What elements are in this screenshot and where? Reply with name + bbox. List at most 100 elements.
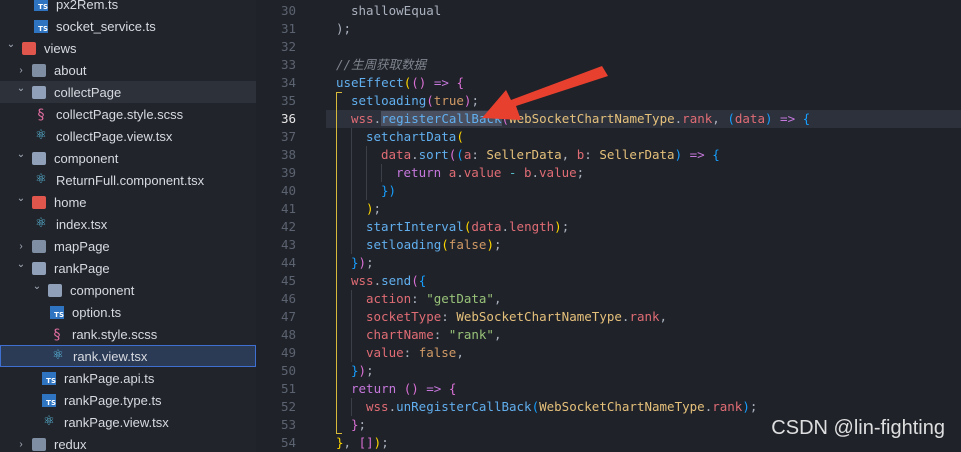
code-line-39: return a.value - b.value;	[396, 165, 585, 180]
code-token: action	[366, 291, 412, 306]
code-line-54: }, []);	[336, 435, 389, 450]
tree-item[interactable]: TS rankPage.api.ts	[0, 367, 256, 389]
code-token: useEffect	[336, 75, 404, 90]
chevron-right-icon[interactable]: ›	[14, 241, 28, 252]
code-token: setloading	[366, 237, 442, 252]
indent-guide	[351, 290, 352, 362]
code-token: wss	[351, 111, 374, 126]
code-line-31: );	[336, 20, 351, 38]
indent-guide	[351, 398, 352, 416]
react-file-icon: ⚛	[43, 414, 55, 429]
chevron-right-icon[interactable]: ›	[14, 65, 28, 76]
indent-guide	[351, 128, 352, 254]
tree-item-label: component	[70, 282, 135, 298]
code-token: false	[448, 237, 487, 252]
line-number: 49	[280, 345, 296, 360]
tree-item[interactable]: ⌄ views	[0, 37, 256, 59]
chevron-down-icon[interactable]: ⌄	[30, 281, 44, 292]
tree-item[interactable]: TS px2Rem.ts	[0, 0, 256, 15]
tree-item[interactable]: ⌄ component	[0, 279, 256, 301]
folder-icon	[32, 239, 46, 253]
react-file-icon: ⚛	[52, 348, 64, 363]
bracket-guide	[336, 92, 337, 434]
code-token: value	[366, 345, 404, 360]
code-line-35: setloading(true);	[351, 93, 479, 108]
code-token: false	[418, 345, 457, 360]
tree-item-label: option.ts	[72, 304, 122, 320]
folder-icon	[32, 63, 46, 77]
indent-guide	[381, 164, 382, 182]
watermark: CSDN @lin-fighting	[771, 417, 945, 439]
code-line-34: useEffect(() => {	[336, 75, 464, 90]
chevron-down-icon[interactable]: ⌄	[14, 149, 28, 160]
tree-item[interactable]: ⌄ component	[0, 147, 256, 169]
line-number: 45	[280, 273, 296, 288]
folder-icon	[32, 261, 46, 275]
code-token: rank	[629, 309, 660, 324]
code-token: return	[396, 165, 442, 180]
tree-item[interactable]: ⚛ index.tsx	[0, 213, 256, 235]
code-line-49: value: false,	[366, 345, 464, 360]
code-token: SellerData	[486, 147, 562, 162]
chevron-down-icon[interactable]: ⌄	[14, 259, 28, 270]
tree-item[interactable]: ⌄ rankPage	[0, 257, 256, 279]
line-number: 32	[280, 39, 296, 54]
chevron-down-icon[interactable]: ⌄	[4, 39, 18, 50]
tree-item-label: component	[54, 150, 119, 166]
code-line-33: //生周获取数据	[336, 56, 426, 74]
tree-item[interactable]: TS option.ts	[0, 301, 256, 323]
tree-item[interactable]: ⚛ collectPage.view.tsx	[0, 125, 256, 147]
line-number: 47	[280, 309, 296, 324]
tree-item[interactable]: ⚛ rankPage.view.tsx	[0, 411, 256, 433]
line-number: 35	[280, 93, 296, 108]
tree-item-label: index.tsx	[56, 216, 108, 232]
line-number: 54	[280, 435, 296, 450]
code-token: send	[381, 273, 412, 288]
code-line-37: setchartData(	[366, 129, 464, 144]
tree-item-label: collectPage.style.scss	[56, 106, 184, 122]
line-number: 36	[280, 111, 296, 126]
chevron-down-icon[interactable]: ⌄	[14, 193, 28, 204]
code-token: setloading	[351, 93, 427, 108]
tree-item[interactable]: ⌄ collectPage	[0, 81, 256, 103]
code-token: setchartData	[366, 129, 457, 144]
tree-item[interactable]: ⌄ home	[0, 191, 256, 213]
code-token: data	[471, 219, 502, 234]
tree-item[interactable]: › about	[0, 59, 256, 81]
sass-file-icon: §	[53, 326, 61, 343]
tree-item[interactable]: § rank.style.scss	[0, 323, 256, 345]
code-line-48: chartName: "rank",	[366, 327, 502, 342]
tree-item-label: about	[54, 62, 87, 78]
tree-item-label: rankPage	[54, 260, 110, 276]
code-token: data	[734, 111, 765, 126]
code-editor[interactable]: shallowEqual ); //生周获取数据 useEffect(() =>…	[326, 0, 961, 452]
tree-item[interactable]: › mapPage	[0, 235, 256, 257]
tree-item-label: socket_service.ts	[56, 18, 156, 34]
line-number: 42	[280, 219, 296, 234]
code-token: WebSocketChartNameType	[539, 399, 705, 414]
code-token: "rank"	[448, 327, 494, 342]
code-token: b	[523, 165, 532, 180]
tree-item[interactable]: ⚛ rank.view.tsx	[0, 345, 256, 367]
chevron-right-icon[interactable]: ›	[14, 439, 28, 450]
chevron-down-icon[interactable]: ⌄	[14, 83, 28, 94]
code-line-38: data.sort((a: SellerData, b: SellerData)…	[381, 147, 720, 162]
sass-file-icon: §	[37, 106, 45, 123]
line-number: 43	[280, 237, 296, 252]
tree-item-label: collectPage	[54, 84, 122, 100]
line-number: 30	[280, 3, 296, 18]
code-token: rank	[712, 399, 743, 414]
tree-item[interactable]: ⚛ ReturnFull.component.tsx	[0, 169, 256, 191]
tree-item[interactable]: TS socket_service.ts	[0, 15, 256, 37]
tree-item[interactable]: › redux	[0, 433, 256, 452]
line-number: 52	[280, 399, 296, 414]
tree-item[interactable]: § collectPage.style.scss	[0, 103, 256, 125]
bracket-guide-top	[336, 92, 342, 93]
code-token: socketType	[366, 309, 442, 324]
code-line-51: return () => {	[351, 381, 457, 396]
tree-item[interactable]: TS rankPage.type.ts	[0, 389, 256, 411]
line-number: 46	[280, 291, 296, 306]
code-token: startInterval	[366, 219, 464, 234]
tree-item-label: views	[44, 40, 77, 56]
code-line-30: shallowEqual	[351, 2, 441, 20]
